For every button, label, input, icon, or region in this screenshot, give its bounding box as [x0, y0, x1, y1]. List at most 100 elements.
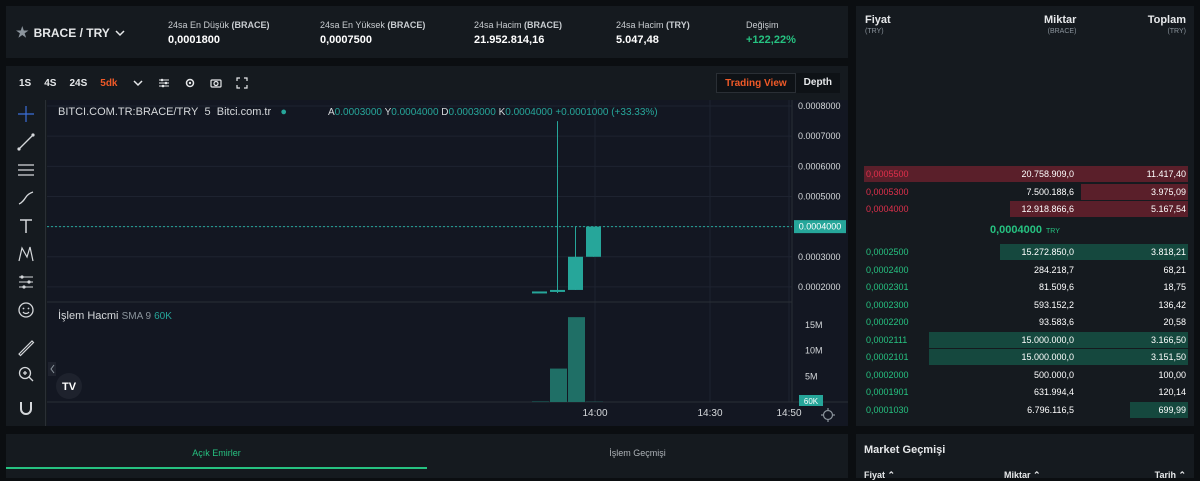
header-total[interactable]: Toplam(TRY): [1148, 14, 1186, 35]
fullscreen-icon[interactable]: [236, 77, 248, 89]
row-amount: 631.994,4: [984, 387, 1074, 397]
trend-line-icon[interactable]: [16, 132, 36, 152]
chart-panel: 1S 4S 24S 5dk Trading View Depth: [6, 66, 848, 426]
market-header-date[interactable]: Tarih ⌃: [1155, 470, 1186, 481]
magnet-icon[interactable]: [16, 398, 36, 418]
status-dot-icon: ●: [280, 106, 287, 118]
ask-row[interactable]: 0,00053007.500.188,63.975,09: [864, 184, 1188, 200]
row-total: 699,99: [1158, 405, 1186, 415]
chevron-down-icon[interactable]: [132, 77, 144, 89]
ticker-bar: ★ BRACE / TRY 24sa En Düşük (BRACE) 0,00…: [6, 6, 848, 58]
bid-row[interactable]: 0,0001901631.994,4120,14: [864, 384, 1188, 400]
row-price: 0,0005300: [866, 187, 909, 197]
stat-volume-base-value: 21.952.814,16: [474, 34, 562, 46]
row-total: 20,58: [1163, 317, 1186, 327]
interval-24s[interactable]: 24S: [69, 78, 87, 89]
row-price: 0,0005500: [866, 169, 909, 179]
mid-price: 0,0004000TRY: [990, 224, 1060, 236]
gear-icon[interactable]: [184, 77, 196, 89]
row-price: 0,0002300: [866, 300, 909, 310]
tab-trade-history[interactable]: İşlem Geçmişi: [427, 448, 848, 458]
header-price[interactable]: Fiyat(TRY): [865, 14, 891, 35]
row-price: 0,0004000: [866, 204, 909, 214]
horizontal-lines-icon[interactable]: [16, 160, 36, 180]
row-amount: 15.272.850,0: [984, 247, 1074, 257]
interval-4s[interactable]: 4S: [44, 78, 56, 89]
row-price: 0,0002111: [866, 335, 907, 345]
ask-row[interactable]: 0,000550020.758.909,011.417,40: [864, 166, 1188, 182]
row-price: 0,0002500: [866, 247, 909, 257]
indicators-icon[interactable]: [158, 77, 170, 89]
market-header-price[interactable]: Fiyat ⌃: [864, 470, 895, 481]
chart-toolbar: 1S 4S 24S 5dk Trading View Depth: [6, 66, 848, 100]
trading-view-button[interactable]: Trading View: [716, 73, 796, 93]
row-amount: 15.000.000,0: [984, 335, 1074, 345]
crosshair-icon[interactable]: [16, 104, 36, 124]
row-total: 68,21: [1163, 265, 1186, 275]
order-book: Fiyat(TRY) Miktar(BRACE) Toplam(TRY) 0,0…: [856, 6, 1194, 426]
stat-change: Değişim +122,22%: [746, 20, 796, 46]
price-tick: 0.0005000: [798, 191, 841, 201]
bid-row[interactable]: 0,0002300593.152,2136,42: [864, 297, 1188, 313]
star-icon[interactable]: ★: [16, 24, 29, 41]
row-total: 3.975,09: [1151, 187, 1186, 197]
price-tick: 0.0002000: [798, 282, 841, 292]
bid-row[interactable]: 0,0002500 15.272.850,0 3.818,21: [864, 244, 1188, 260]
tab-open-orders[interactable]: Açık Emirler: [6, 448, 427, 469]
chart-symbol: BITCI.COM.TR:BRACE/TRY: [58, 106, 198, 118]
bid-row[interactable]: 0,00010306.796.116,5699,99: [864, 402, 1188, 418]
volume-bar: [550, 369, 567, 402]
row-price: 0,0002400: [866, 265, 909, 275]
text-icon[interactable]: [16, 216, 36, 236]
row-total: 18,75: [1163, 282, 1186, 292]
ruler-icon[interactable]: [16, 338, 36, 358]
bid-row[interactable]: 0,000220093.583,620,58: [864, 314, 1188, 330]
volume-bar: [532, 401, 549, 402]
market-header-amount[interactable]: Miktar ⌃: [1004, 470, 1041, 481]
row-total: 136,42: [1158, 300, 1186, 310]
row-amount: 93.583,6: [984, 317, 1074, 327]
pattern-icon[interactable]: [16, 244, 36, 264]
interval-5dk[interactable]: 5dk: [100, 78, 117, 89]
camera-icon[interactable]: [210, 77, 222, 89]
depth-button[interactable]: Depth: [796, 73, 840, 93]
tradingview-logo[interactable]: TV: [56, 373, 82, 399]
row-total: 3.166,50: [1151, 335, 1186, 345]
price-chart[interactable]: 0.00080000.00070000.00060000.00050000.00…: [47, 100, 848, 426]
pair-selector[interactable]: ★ BRACE / TRY: [16, 24, 125, 41]
header-amount[interactable]: Miktar(BRACE): [1044, 14, 1076, 35]
chart-legend: BITCI.COM.TR:BRACE/TRY 5 Bitci.com.tr ●: [58, 106, 287, 118]
interval-1s[interactable]: 1S: [19, 78, 31, 89]
row-price: 0,0002000: [866, 370, 909, 380]
pair-name: BRACE / TRY: [34, 26, 110, 40]
bid-row[interactable]: 0,000210115.000.000,03.151,50: [864, 349, 1188, 365]
chart-interval: 5: [205, 106, 211, 118]
price-tick: 0.0008000: [798, 101, 841, 111]
row-price: 0,0002101: [866, 352, 909, 362]
bid-row[interactable]: 0,0002000 500.000,0 100,00: [864, 367, 1188, 383]
ask-row[interactable]: 0,000400012.918.866,65.167,54: [864, 201, 1188, 217]
brush-icon[interactable]: [16, 188, 36, 208]
stat-high: 24sa En Yüksek (BRACE) 0,0007500: [320, 20, 425, 46]
market-history-title: Market Geçmişi: [864, 444, 945, 456]
collapse-toolbar-icon[interactable]: [48, 362, 56, 376]
stat-low-value: 0,0001800: [168, 34, 270, 46]
bid-row[interactable]: 0,0002111 15.000.000,0 3.166,50: [864, 332, 1188, 348]
volume-tick: 5M: [805, 371, 818, 381]
prediction-icon[interactable]: [16, 272, 36, 292]
svg-text:TV: TV: [62, 381, 77, 393]
row-total: 3.818,21: [1151, 247, 1186, 257]
zoom-in-icon[interactable]: [16, 364, 36, 384]
row-total: 5.167,54: [1151, 204, 1186, 214]
row-amount: 500.000,0: [984, 370, 1074, 380]
emoji-icon[interactable]: [16, 300, 36, 320]
bid-row[interactable]: 0,0002400284.218,768,21: [864, 262, 1188, 278]
price-tick: 0.0006000: [798, 161, 841, 171]
volume-value: 60K: [154, 311, 172, 322]
bid-row[interactable]: 0,000230181.509,618,75: [864, 279, 1188, 295]
row-total: 120,14: [1158, 387, 1186, 397]
row-total: 100,00: [1158, 370, 1186, 380]
orders-panel: Açık Emirler İşlem Geçmişi: [6, 434, 848, 478]
stat-high-value: 0,0007500: [320, 34, 425, 46]
market-history: Market Geçmişi Fiyat ⌃ Miktar ⌃ Tarih ⌃: [856, 434, 1194, 478]
